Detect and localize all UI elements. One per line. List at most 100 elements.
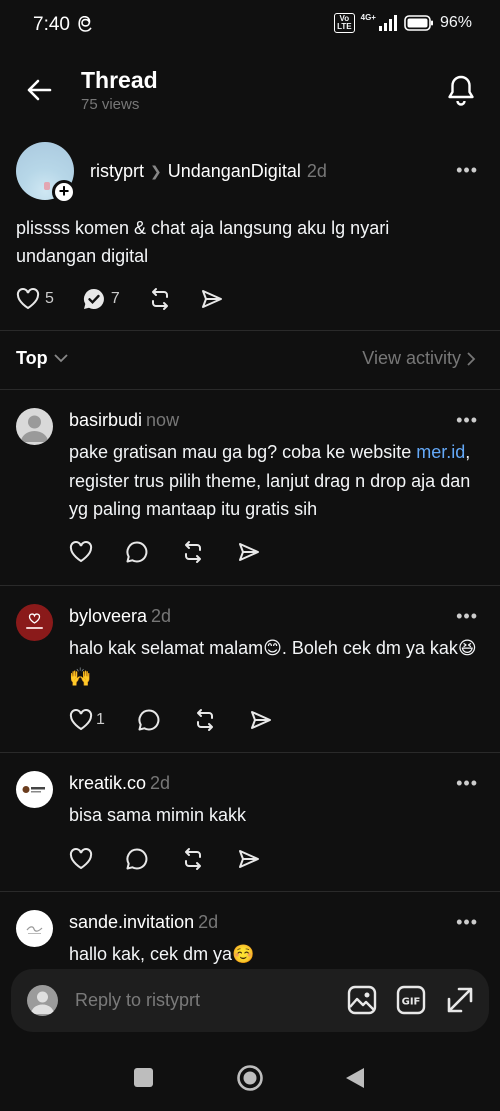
kreatik-logo (22, 786, 45, 793)
system-back-button[interactable] (345, 1067, 365, 1089)
default-avatar-icon (31, 991, 54, 1014)
reply-username[interactable]: kreatik.co (69, 773, 146, 793)
repost-button[interactable] (193, 708, 217, 732)
post-text: plissss komen & chat aja langsung aku lg… (16, 218, 390, 266)
triangle-back-icon (346, 1068, 364, 1088)
send-icon (239, 543, 259, 561)
svg-text:GIF: GIF (402, 997, 421, 1008)
gif-icon: GIF (396, 985, 426, 1015)
avatar[interactable] (16, 910, 53, 947)
reply-time: 2d (151, 606, 172, 626)
more-options-icon[interactable]: ••• (456, 410, 478, 431)
avatar[interactable] (16, 604, 53, 641)
status-indicators: Vo LTE 4G+ 96% (334, 13, 472, 33)
like-button[interactable]: 1 (69, 709, 105, 731)
heart-icon (69, 848, 93, 870)
share-button[interactable] (200, 287, 224, 311)
reply-input[interactable]: Reply to ristyprt (75, 990, 200, 1011)
like-count: 5 (45, 290, 54, 307)
heart-icon (69, 709, 93, 731)
more-options-icon[interactable]: ••• (456, 912, 478, 933)
reply-item: byloveera 2d ••• halo kak selamat malam😊.… (0, 586, 500, 752)
reply-header: kreatik.co 2d (69, 773, 170, 794)
reply-item: sande.invitation 2d ••• hallo kak, cek dm… (0, 892, 500, 972)
repost-button[interactable] (148, 287, 172, 311)
repost-button[interactable] (181, 847, 205, 871)
reply-button[interactable]: 7 (82, 287, 120, 311)
repost-icon (185, 541, 201, 563)
repost-button[interactable] (181, 540, 205, 564)
send-icon (250, 711, 271, 729)
reply-button[interactable] (125, 847, 149, 871)
share-button[interactable] (249, 708, 273, 732)
more-options-icon[interactable]: ••• (456, 606, 478, 627)
avatar[interactable] (16, 771, 53, 808)
reply-actions (69, 540, 261, 564)
reply-header: sande.invitation 2d (69, 912, 218, 933)
comment-icon (126, 848, 148, 870)
reply-composer[interactable]: Reply to ristyprt GIF (11, 969, 489, 1032)
view-activity-label: View activity (362, 348, 461, 368)
sort-row: Top View activity (0, 348, 500, 374)
avatar[interactable] (16, 408, 53, 445)
share-button[interactable] (237, 540, 261, 564)
threads-notification-icon (78, 16, 93, 32)
home-button[interactable] (236, 1064, 264, 1092)
home-circle-icon (237, 1065, 263, 1091)
expand-icon (447, 987, 473, 1013)
post-username[interactable]: ristyprt (90, 161, 144, 182)
view-activity-link[interactable]: View activity (362, 348, 476, 369)
expand-button[interactable] (445, 985, 475, 1015)
recents-button[interactable] (134, 1068, 153, 1087)
back-button[interactable] (26, 78, 52, 102)
like-button[interactable] (69, 848, 93, 870)
view-count: 75 views (81, 96, 140, 113)
repost-icon (196, 709, 213, 731)
share-button[interactable] (237, 847, 261, 871)
reply-time: now (146, 410, 180, 430)
reply-count: 7 (110, 290, 120, 307)
notifications-button[interactable] (447, 74, 475, 106)
reply-actions (69, 847, 261, 871)
like-button[interactable]: 5 (16, 288, 54, 310)
loveera-logo (26, 613, 43, 629)
gif-button[interactable]: GIF (396, 985, 426, 1015)
reply-link[interactable]: mer.id (416, 442, 465, 462)
reply-text: halo kak selamat malam😊. Boleh cek dm ya… (69, 638, 477, 687)
reply-username[interactable]: sande.invitation (69, 912, 194, 932)
more-options-icon[interactable]: ••• (456, 773, 478, 794)
more-options-icon[interactable]: ••• (456, 160, 478, 181)
system-nav-bar (0, 1040, 500, 1111)
volte-icon: Vo LTE (334, 13, 355, 33)
reply-button[interactable] (137, 708, 161, 732)
like-button[interactable] (69, 541, 93, 563)
network-type: 4G+ (360, 12, 376, 22)
comment-icon (138, 709, 160, 731)
send-icon (201, 290, 222, 308)
follow-plus-button[interactable]: + (52, 180, 76, 204)
sort-label: Top (16, 348, 48, 368)
default-avatar-icon (21, 415, 48, 442)
chevron-right-icon: ❯ (150, 163, 162, 179)
reply-username[interactable]: basirbudi (69, 410, 142, 430)
heart-icon (69, 541, 93, 563)
chevron-down-icon (54, 354, 68, 363)
composer-tools: GIF (347, 985, 475, 1015)
battery-percent: 96% (439, 14, 472, 31)
reply-item: kreatik.co 2d ••• bisa sama mimin kakk (0, 753, 500, 891)
heart-icon (16, 288, 40, 310)
reply-username[interactable]: byloveera (69, 606, 147, 626)
like-count: 1 (96, 711, 105, 728)
status-time: 7:40 (33, 14, 70, 35)
avatar (27, 985, 58, 1016)
battery-icon (404, 15, 433, 31)
reply-text: bisa sama mimin kakk (69, 805, 247, 825)
repost-icon (185, 848, 201, 870)
image-button[interactable] (347, 985, 377, 1015)
sort-dropdown[interactable]: Top (16, 348, 68, 369)
post-header: ristyprt ❯ UndanganDigital 2d (90, 161, 327, 182)
post-actions: 5 7 (16, 287, 224, 311)
reply-button[interactable] (125, 540, 149, 564)
post-community[interactable]: UndanganDigital (168, 161, 301, 182)
reply-text-part: pake gratisan mau ga bg? coba ke website (69, 442, 417, 462)
